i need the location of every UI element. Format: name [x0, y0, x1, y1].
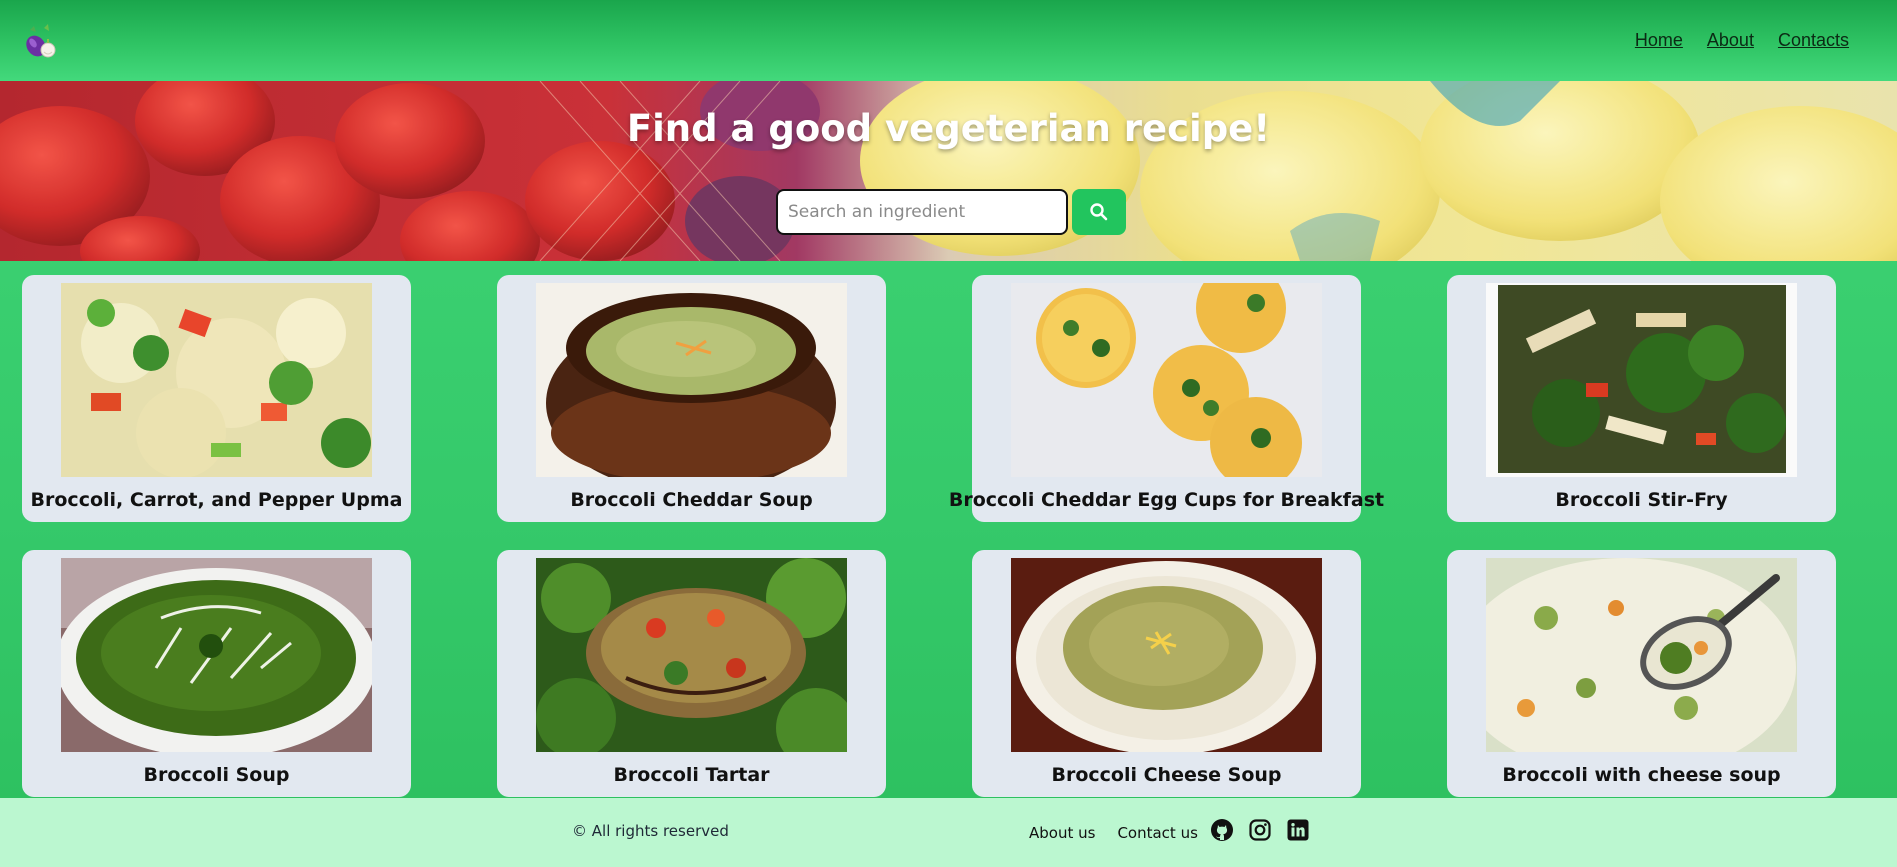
- github-icon[interactable]: [1210, 818, 1234, 842]
- nav-home-link[interactable]: Home: [1635, 30, 1683, 51]
- recipe-title: Broccoli Cheese Soup: [1051, 764, 1282, 786]
- recipe-title: Broccoli Tartar: [613, 764, 770, 786]
- linkedin-icon[interactable]: [1286, 818, 1310, 842]
- footer-about-link[interactable]: About us: [1029, 824, 1095, 842]
- recipe-title: Broccoli Stir-Fry: [1555, 489, 1728, 511]
- recipe-title: Broccoli, Carrot, and Pepper Upma: [30, 489, 403, 511]
- recipe-card[interactable]: Broccoli, Carrot, and Pepper Upma: [22, 275, 411, 522]
- search-bar: [776, 189, 1126, 235]
- recipe-card[interactable]: Broccoli Tartar: [497, 550, 886, 797]
- search-icon: [1090, 203, 1108, 221]
- instagram-icon[interactable]: [1248, 818, 1272, 842]
- cheese-soup-plate-photo: [1011, 558, 1322, 752]
- main-nav: Home About Contacts: [1635, 30, 1849, 51]
- hero-title: Find a good vegeterian recipe!: [626, 107, 1271, 150]
- search-input[interactable]: [776, 189, 1068, 235]
- cheese-soup-spoon-photo: [1486, 558, 1797, 752]
- recipe-card[interactable]: Broccoli Cheddar Soup: [497, 275, 886, 522]
- cheddar-soup-pot-photo: [536, 283, 847, 477]
- recipe-title: Broccoli Soup: [143, 764, 290, 786]
- copyright-text: © All rights reserved: [572, 822, 729, 840]
- recipe-card[interactable]: Broccoli Cheese Soup: [972, 550, 1361, 797]
- recipe-card[interactable]: Broccoli with cheese soup: [1447, 550, 1836, 797]
- eggplant-logo-icon[interactable]: [22, 22, 60, 60]
- recipe-title: Broccoli Cheddar Egg Cups for Breakfast: [948, 489, 1385, 511]
- hero-banner: Find a good vegeterian recipe!: [0, 81, 1897, 261]
- nav-about-link[interactable]: About: [1707, 30, 1754, 51]
- footer: © All rights reserved About us Contact u…: [0, 798, 1897, 867]
- search-button[interactable]: [1072, 189, 1126, 235]
- recipe-title: Broccoli with cheese soup: [1502, 764, 1781, 786]
- top-navbar: Home About Contacts: [0, 0, 1897, 81]
- footer-links: About us Contact us: [1029, 824, 1198, 842]
- social-links: [1210, 818, 1310, 842]
- footer-contact-link[interactable]: Contact us: [1117, 824, 1197, 842]
- upma-photo: [61, 283, 372, 477]
- recipe-card[interactable]: Broccoli Cheddar Egg Cups for Breakfast: [949, 275, 1384, 522]
- green-soup-bowl-photo: [61, 558, 372, 752]
- nav-contacts-link[interactable]: Contacts: [1778, 30, 1849, 51]
- stir-fry-photo: [1486, 283, 1797, 477]
- egg-cups-photo: [1011, 283, 1322, 477]
- tartar-photo: [536, 558, 847, 752]
- recipe-title: Broccoli Cheddar Soup: [570, 489, 813, 511]
- recipe-card[interactable]: Broccoli Stir-Fry: [1447, 275, 1836, 522]
- recipe-card[interactable]: Broccoli Soup: [22, 550, 411, 797]
- recipe-grid: Broccoli, Carrot, and Pepper Upma Brocco…: [22, 275, 1836, 797]
